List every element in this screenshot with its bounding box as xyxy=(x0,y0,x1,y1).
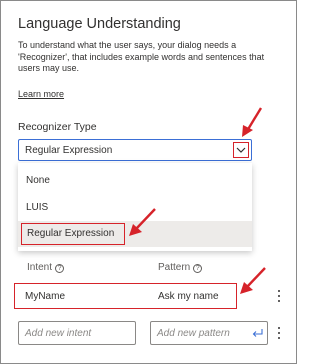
more-options-icon[interactable] xyxy=(274,288,284,304)
intent-cell[interactable]: MyName xyxy=(25,291,65,302)
new-intent-input[interactable]: Add new intent xyxy=(18,321,136,345)
recognizer-selected-value: Regular Expression xyxy=(25,145,113,156)
pattern-header-label: Pattern xyxy=(158,262,191,273)
recognizer-type-label: Recognizer Type xyxy=(18,121,97,133)
more-options-icon[interactable] xyxy=(274,325,284,341)
new-pattern-placeholder: Add new pattern xyxy=(157,328,230,339)
info-icon[interactable]: ? xyxy=(55,264,65,273)
enter-icon[interactable] xyxy=(252,328,263,338)
info-icon[interactable]: ? xyxy=(193,264,203,273)
table-row[interactable]: MyName Ask my name xyxy=(14,283,237,309)
panel-title: Language Understanding xyxy=(18,16,181,32)
option-none[interactable]: None xyxy=(18,167,252,193)
annotation-arrow xyxy=(242,107,263,137)
new-intent-placeholder: Add new intent xyxy=(25,328,92,339)
option-label: None xyxy=(26,175,50,186)
option-label: Regular Expression xyxy=(27,228,115,239)
intent-header-label: Intent xyxy=(27,262,53,273)
annotation-arrow xyxy=(129,208,156,236)
annotation-arrow xyxy=(240,267,266,294)
language-understanding-panel: Language Understanding To understand wha… xyxy=(0,0,297,364)
option-label: LUIS xyxy=(26,202,49,213)
new-pattern-input[interactable]: Add new pattern xyxy=(150,321,268,345)
recognizer-type-dropdown[interactable]: Regular Expression xyxy=(18,139,252,161)
pattern-column-header: Pattern? xyxy=(158,262,203,273)
panel-description: To understand what the user says, your d… xyxy=(18,40,265,73)
learn-more-link[interactable]: Learn more xyxy=(18,89,64,99)
pattern-cell[interactable]: Ask my name xyxy=(158,291,219,302)
chevron-down-icon[interactable] xyxy=(233,142,249,158)
intent-column-header: Intent? xyxy=(27,262,65,273)
